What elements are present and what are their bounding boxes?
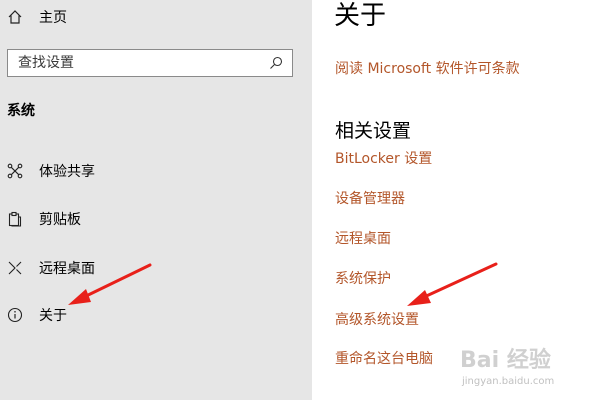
sidebar-item-label: 剪贴板 bbox=[39, 212, 81, 228]
section-title: 系统 bbox=[7, 103, 35, 119]
rename-pc-link[interactable]: 重命名这台电脑 bbox=[335, 348, 433, 368]
related-settings-title: 相关设置 bbox=[335, 120, 412, 142]
search-icon[interactable] bbox=[268, 55, 284, 71]
sidebar: 主页 系统 体验共享 剪贴板 bbox=[0, 0, 312, 400]
search-box[interactable] bbox=[7, 49, 293, 77]
remote-desktop-icon bbox=[8, 261, 22, 275]
sidebar-item-remote-desktop[interactable]: 远程桌面 bbox=[7, 257, 95, 279]
device-manager-link[interactable]: 设备管理器 bbox=[335, 188, 405, 208]
system-protection-link[interactable]: 系统保护 bbox=[335, 268, 391, 288]
sidebar-item-label: 体验共享 bbox=[39, 164, 95, 180]
advanced-system-settings-link[interactable]: 高级系统设置 bbox=[335, 309, 419, 329]
watermark-url: jingyan.baidu.com bbox=[462, 376, 555, 387]
info-icon bbox=[7, 307, 23, 323]
sidebar-item-shared-experiences[interactable]: 体验共享 bbox=[7, 160, 95, 182]
sidebar-item-label: 远程桌面 bbox=[39, 261, 95, 277]
sidebar-home-label: 主页 bbox=[39, 10, 67, 26]
sidebar-item-label: 关于 bbox=[39, 308, 67, 324]
sidebar-item-home[interactable]: 主页 bbox=[7, 6, 67, 28]
sidebar-item-clipboard[interactable]: 剪贴板 bbox=[7, 208, 81, 230]
clipboard-icon bbox=[8, 211, 22, 227]
license-link[interactable]: 阅读 Microsoft 软件许可条款 bbox=[335, 58, 520, 78]
home-icon bbox=[8, 10, 22, 24]
page-title: 关于 bbox=[334, 1, 387, 31]
share-icon bbox=[7, 163, 23, 179]
watermark-brand: Bai 经验 bbox=[460, 348, 551, 373]
bitlocker-settings-link[interactable]: BitLocker 设置 bbox=[335, 148, 432, 168]
search-input[interactable] bbox=[8, 54, 268, 72]
sidebar-item-about[interactable]: 关于 bbox=[7, 304, 67, 326]
remote-desktop-link[interactable]: 远程桌面 bbox=[335, 228, 391, 248]
